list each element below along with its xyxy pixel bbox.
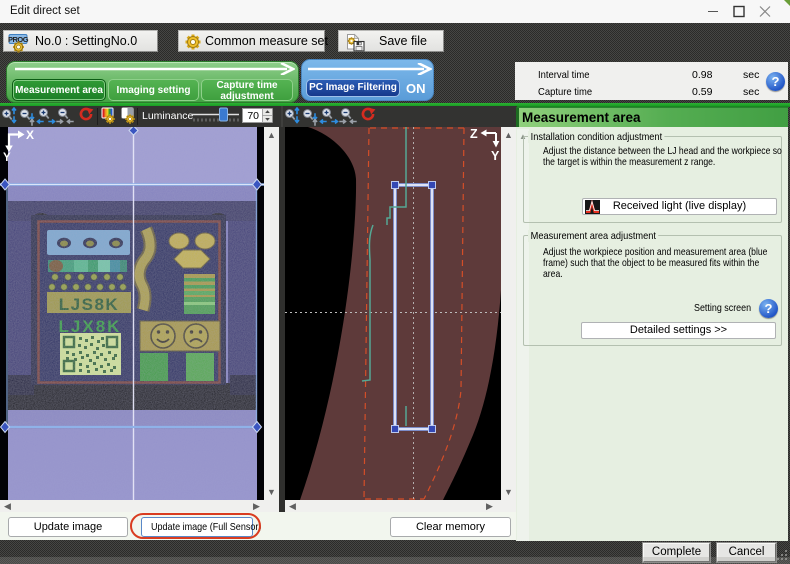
svg-text:Z: Z xyxy=(470,127,478,141)
svg-text:Y: Y xyxy=(491,149,500,163)
svg-text:X: X xyxy=(26,128,34,142)
svg-text:Luminance: Luminance xyxy=(142,110,194,122)
svg-text:70: 70 xyxy=(247,110,259,122)
svg-text:LJS8K: LJS8K xyxy=(59,295,119,314)
svg-text:Y: Y xyxy=(3,152,11,164)
